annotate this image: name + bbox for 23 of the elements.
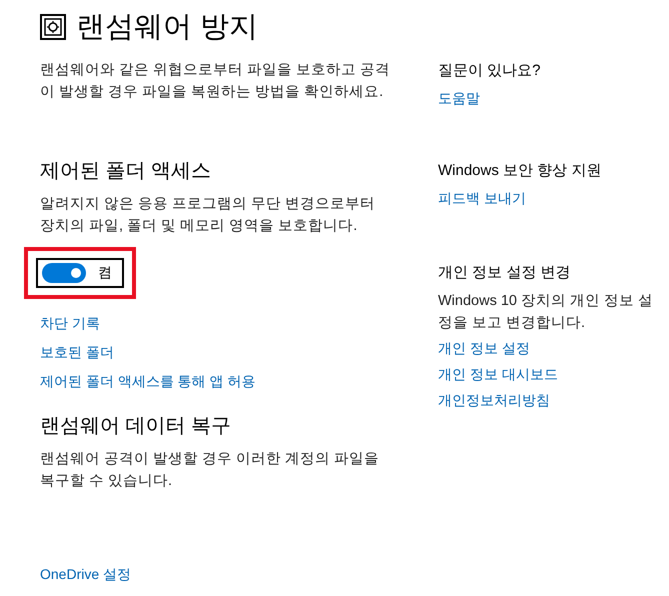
toggle-label: 켬 xyxy=(98,264,112,282)
link[interactable]: 제어된 폴더 액세스를 통해 앱 허용 xyxy=(40,371,256,391)
section-description: 랜섬웨어 공격이 발생할 경우 이러한 계정의 파일을 복구할 수 있습니다. xyxy=(40,450,380,491)
sidebar-link[interactable]: 도움말 xyxy=(438,88,480,108)
safe-icon xyxy=(40,14,66,40)
link[interactable]: 차단 기록 xyxy=(40,313,100,333)
sidebar-link[interactable]: 피드백 보내기 xyxy=(438,188,526,208)
sidebar-link[interactable]: 개인 정보 설정 xyxy=(438,338,530,358)
page-title: 랜섬웨어 방지 xyxy=(76,10,258,45)
sidebar-link[interactable]: 개인 정보 대시보드 xyxy=(438,364,558,384)
section-description: 알려지지 않은 응용 프로그램의 무단 변경으로부터 장치의 파일, 폴더 및 메모리 영역을 보호합니다. xyxy=(40,195,376,236)
toggle-switch[interactable]: 켬 xyxy=(36,258,124,288)
switch-track[interactable] xyxy=(42,263,86,283)
section-heading: 랜섬웨어 데이터 복구 xyxy=(40,414,232,439)
sidebar-link[interactable]: 개인정보처리방침 xyxy=(438,390,550,410)
sidebar-heading: 개인 정보 설정 변경 xyxy=(438,263,571,283)
link[interactable]: 보호된 폴더 xyxy=(40,342,114,362)
sidebar-text: Windows 10 장치의 개인 정보 설정을 보고 변경합니다. xyxy=(438,292,654,333)
page-description: 랜섬웨어와 같은 위협으로부터 파일을 보호하고 공격이 발생할 경우 파일을 복원하는 방법을 확인하세요. xyxy=(40,61,392,102)
section-heading: 제어된 폴더 액세스 xyxy=(40,159,212,184)
sidebar-heading: Windows 보안 향상 지원 xyxy=(438,161,602,181)
sidebar-heading: 질문이 있나요? xyxy=(438,61,541,81)
onedrive-settings-link[interactable]: OneDrive 설정 xyxy=(40,564,132,584)
